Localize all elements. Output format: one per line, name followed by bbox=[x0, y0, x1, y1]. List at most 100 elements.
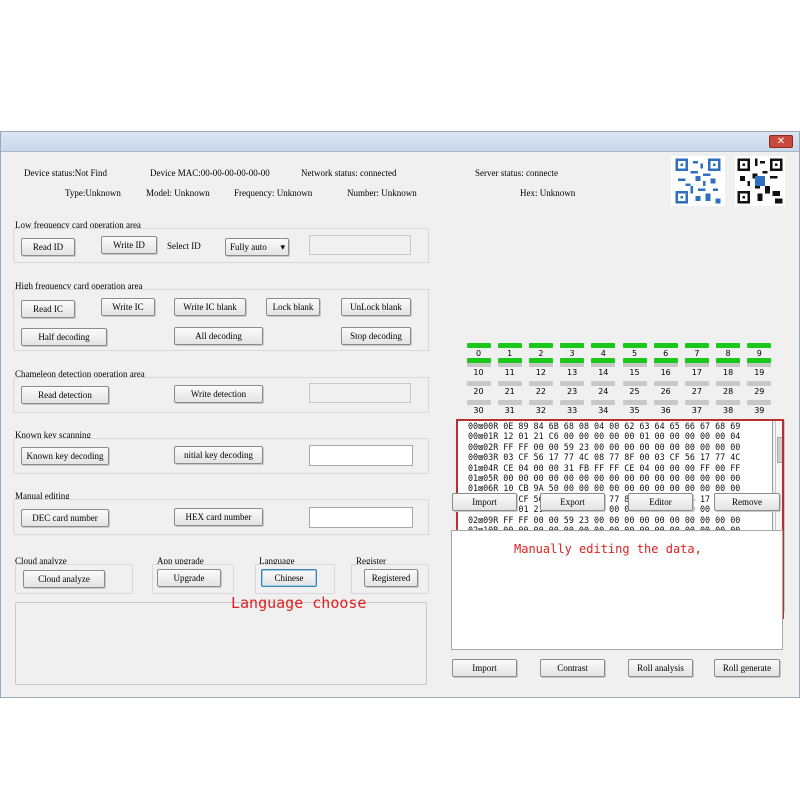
contrast-button[interactable]: Contrast bbox=[540, 659, 605, 677]
lock-blank-button[interactable]: Lock blank bbox=[266, 298, 320, 316]
sector-number: 24 bbox=[598, 387, 609, 396]
card-model: Model: Unknown bbox=[146, 188, 210, 198]
sector-indicator: 20 bbox=[463, 381, 494, 396]
stop-decoding-button[interactable]: Stop decoding bbox=[341, 327, 411, 345]
sector-indicator: 3 bbox=[557, 343, 588, 358]
sector-indicator: 2 bbox=[525, 343, 556, 358]
log-area bbox=[15, 602, 427, 685]
export-button[interactable]: Export bbox=[540, 493, 605, 511]
sector-led bbox=[466, 358, 491, 363]
unlock-blank-button[interactable]: UnLock blank bbox=[341, 298, 411, 316]
upgrade-button[interactable]: Upgrade bbox=[157, 569, 221, 587]
cloud-analyze-button[interactable]: Cloud analyze bbox=[23, 570, 105, 588]
sector-indicator: 36 bbox=[650, 400, 681, 415]
write-detection-button[interactable]: Write detection bbox=[174, 385, 263, 403]
select-id-dropdown[interactable]: Fully auto ▾ bbox=[225, 238, 289, 256]
sector-indicator: 0 bbox=[463, 343, 494, 358]
low-frequency-output bbox=[309, 235, 411, 255]
sector-number: 25 bbox=[629, 387, 640, 396]
sector-number: 2 bbox=[538, 349, 544, 358]
sector-led bbox=[716, 343, 741, 348]
editor-button[interactable]: Editor bbox=[628, 493, 693, 511]
sector-led bbox=[653, 381, 678, 386]
language-choose-annotation: Language choose bbox=[231, 594, 367, 612]
write-id-button[interactable]: Write ID bbox=[101, 236, 157, 254]
sector-indicator: 13 bbox=[557, 362, 588, 377]
sector-number: 30 bbox=[473, 406, 484, 415]
sector-indicator: 35 bbox=[619, 400, 650, 415]
device-status: Device status:Not Find bbox=[24, 168, 107, 178]
known-key-decoding-button[interactable]: Known key decoding bbox=[21, 447, 109, 465]
device-mac: Device MAC:00-00-00-00-00-00 bbox=[150, 168, 270, 178]
card-number-input[interactable] bbox=[309, 507, 413, 528]
known-key-input[interactable] bbox=[309, 445, 413, 466]
sector-led bbox=[528, 400, 553, 405]
sector-number: 9 bbox=[756, 349, 762, 358]
import-button-2[interactable]: Import bbox=[452, 659, 517, 677]
sector-number: 16 bbox=[660, 368, 671, 377]
sector-number: 35 bbox=[629, 406, 640, 415]
sector-led bbox=[497, 381, 522, 386]
sector-led bbox=[747, 381, 772, 386]
read-ic-button[interactable]: Read IC bbox=[21, 300, 75, 318]
sector-indicator: 21 bbox=[494, 381, 525, 396]
sector-led bbox=[560, 381, 585, 386]
sector-indicator: 6 bbox=[650, 343, 681, 358]
sector-number: 10 bbox=[473, 368, 484, 377]
sector-number: 8 bbox=[725, 349, 731, 358]
sector-led bbox=[591, 343, 616, 348]
write-ic-button[interactable]: Write IC bbox=[101, 298, 155, 316]
sector-led bbox=[497, 358, 522, 363]
sector-led bbox=[653, 343, 678, 348]
sector-indicator: 31 bbox=[494, 400, 525, 415]
sector-indicator: 7 bbox=[681, 343, 712, 358]
roll-generate-button[interactable]: Roll generate bbox=[714, 659, 780, 677]
sector-number: 13 bbox=[567, 368, 578, 377]
hex-card-number-button[interactable]: HEX card number bbox=[174, 508, 263, 526]
sector-number: 17 bbox=[691, 368, 702, 377]
sector-indicator: 5 bbox=[619, 343, 650, 358]
remove-button[interactable]: Remove bbox=[714, 493, 780, 511]
sector-led bbox=[622, 400, 647, 405]
read-id-button[interactable]: Read ID bbox=[21, 238, 75, 256]
sector-led bbox=[622, 343, 647, 348]
main-window: ✕ Device status:Not Find Device MAC:00-0… bbox=[0, 131, 800, 698]
registered-button[interactable]: Registered bbox=[364, 569, 418, 587]
sector-led bbox=[528, 343, 553, 348]
sector-number: 27 bbox=[691, 387, 702, 396]
language-chinese-button[interactable]: Chinese bbox=[261, 569, 317, 587]
server-status: Server status: connecte bbox=[475, 168, 558, 178]
sector-number: 34 bbox=[598, 406, 609, 415]
read-detection-button[interactable]: Read detection bbox=[21, 386, 109, 404]
sector-led bbox=[528, 381, 553, 386]
sector-indicator: 4 bbox=[588, 343, 619, 358]
sector-number: 33 bbox=[567, 406, 578, 415]
sector-led bbox=[591, 400, 616, 405]
all-decoding-button[interactable]: All decoding bbox=[174, 327, 263, 345]
sector-indicator: 32 bbox=[525, 400, 556, 415]
import-button[interactable]: Import bbox=[452, 493, 517, 511]
sector-indicator: 38 bbox=[713, 400, 744, 415]
close-icon[interactable]: ✕ bbox=[769, 135, 793, 148]
sector-number: 6 bbox=[663, 349, 669, 358]
sector-indicator: 39 bbox=[744, 400, 775, 415]
initial-key-decoding-button[interactable]: nitial key decoding bbox=[174, 446, 263, 464]
sector-led bbox=[684, 381, 709, 386]
sector-indicator: 28 bbox=[713, 381, 744, 396]
half-decoding-button[interactable]: Half decoding bbox=[21, 328, 107, 346]
roll-analysis-button[interactable]: Roll analysis bbox=[628, 659, 693, 677]
write-ic-blank-button[interactable]: Write IC blank bbox=[174, 298, 246, 316]
sector-number: 20 bbox=[473, 387, 484, 396]
sector-number: 18 bbox=[723, 368, 734, 377]
sector-number: 26 bbox=[660, 387, 671, 396]
sector-led bbox=[591, 381, 616, 386]
sector-led bbox=[560, 358, 585, 363]
sector-number: 19 bbox=[754, 368, 765, 377]
sector-indicator: 37 bbox=[681, 400, 712, 415]
sector-indicator: 12 bbox=[525, 362, 556, 377]
dec-card-number-button[interactable]: DEC card number bbox=[21, 509, 109, 527]
sector-indicator: 30 bbox=[463, 400, 494, 415]
sector-led bbox=[653, 400, 678, 405]
sector-indicator: 29 bbox=[744, 381, 775, 396]
select-id-label: Select ID bbox=[167, 241, 201, 251]
